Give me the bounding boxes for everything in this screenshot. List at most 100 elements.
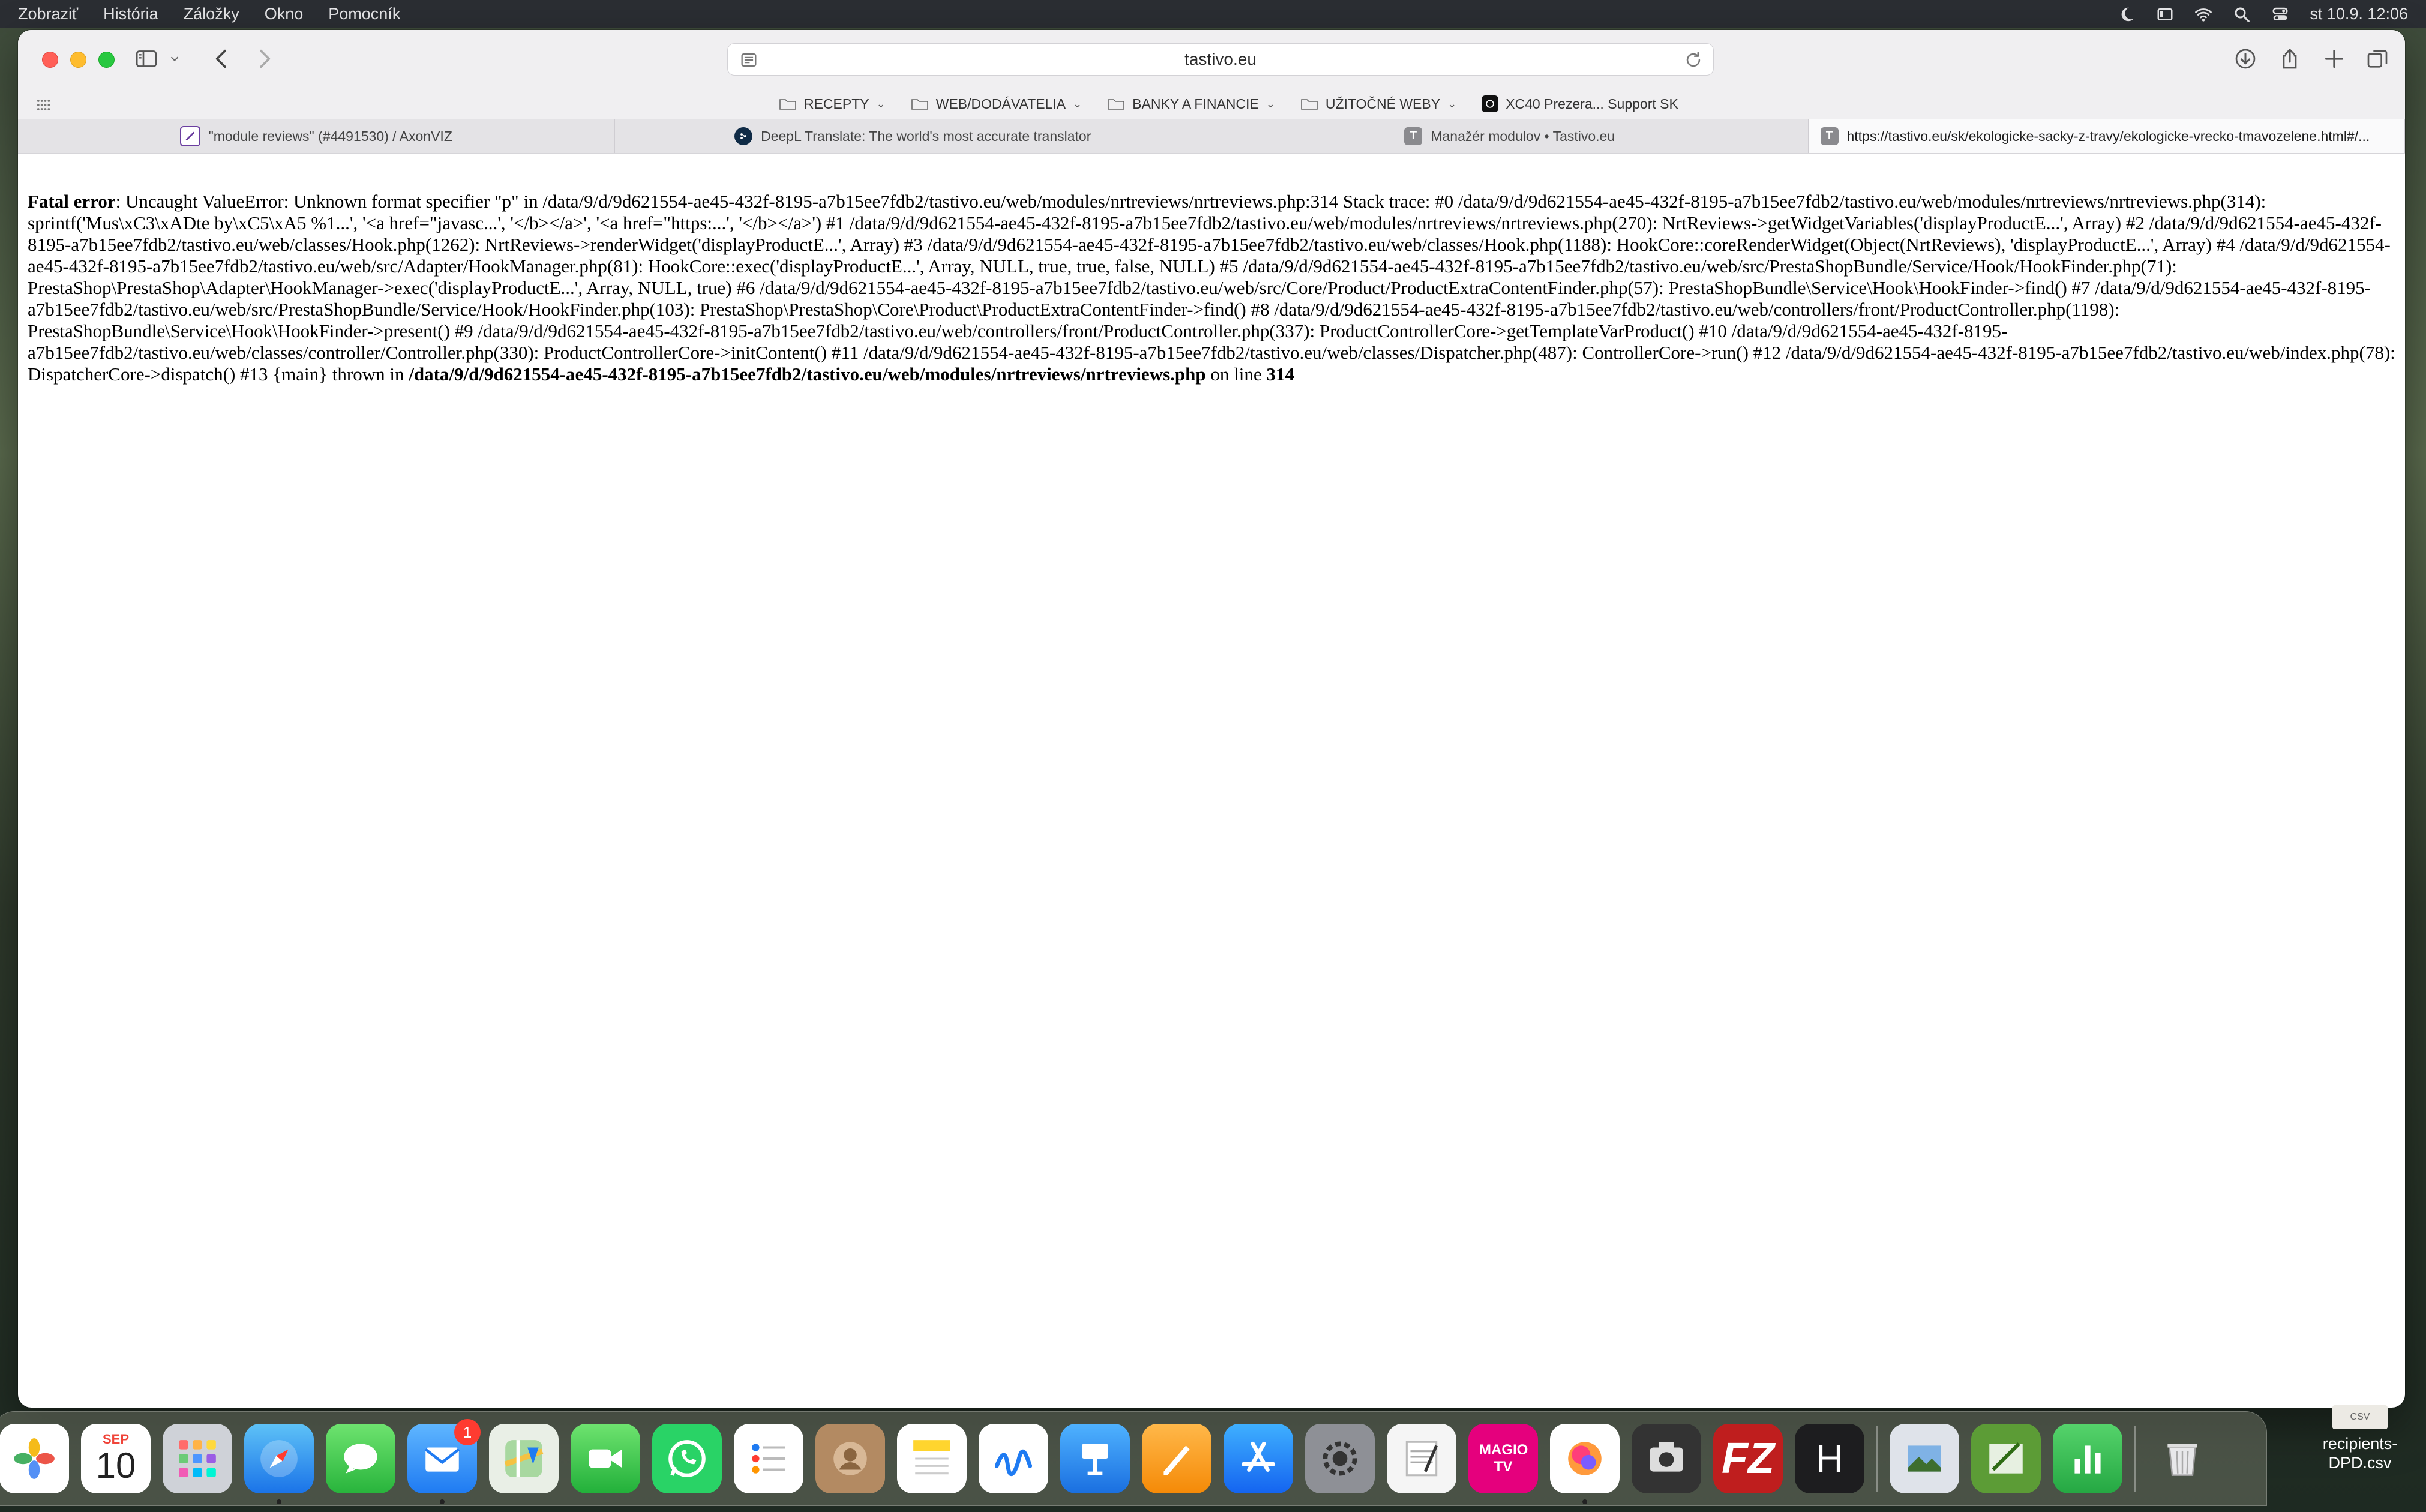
favorite-folder-web-dodavatelia[interactable]: WEB/DODÁVATELIA ⌄ (911, 96, 1082, 112)
minimize-window-button[interactable] (70, 51, 86, 68)
address-bar[interactable]: tastivo.eu (727, 43, 1714, 76)
back-arrow-icon[interactable] (208, 44, 236, 73)
dock-textedit[interactable] (1387, 1424, 1456, 1493)
share-icon[interactable] (2275, 44, 2304, 73)
favorite-folder-uzitocne-weby[interactable]: UŽITOČNÉ WEBY ⌄ (1300, 96, 1456, 112)
apps-grid-icon[interactable] (35, 97, 52, 113)
dock-trash[interactable] (2148, 1424, 2217, 1493)
dock-facetime[interactable] (571, 1424, 640, 1493)
dock-keynote[interactable] (1060, 1424, 1130, 1493)
new-tab-plus-icon[interactable] (2320, 44, 2349, 73)
maps-icon (504, 1440, 544, 1477)
filezilla-label: FZ (1722, 1435, 1774, 1483)
favorite-link-xc40[interactable]: XC40 Prezera... Support SK (1482, 95, 1678, 112)
deepl-favicon-icon (734, 127, 753, 145)
dock-system-settings[interactable] (1305, 1424, 1375, 1493)
dock-magio-tv[interactable]: MAGIO TV (1468, 1424, 1538, 1493)
window-controls (42, 51, 115, 68)
app-store-icon (1241, 1441, 1276, 1472)
dock-calendar[interactable]: SEP 10 (81, 1424, 151, 1493)
sidebar-toggle-icon[interactable] (132, 44, 161, 73)
control-center-icon[interactable] (2271, 5, 2289, 23)
safari-window: tastivo.eu RECEPTY ⌄ WEB/DODÁVATELIA ⌄ B… (18, 30, 2405, 1408)
reload-icon[interactable] (1683, 50, 1704, 70)
dock-mail[interactable]: 1 (407, 1419, 481, 1504)
dock-notes[interactable] (897, 1424, 967, 1493)
menu-help[interactable]: Pomocník (328, 5, 400, 23)
tab-deepl[interactable]: DeepL Translate: The world's most accura… (615, 119, 1211, 153)
error-file-path: /data/9/d/9d621554-ae45-432f-8195-a7b15e… (409, 364, 1206, 385)
chevron-down-icon[interactable] (166, 44, 184, 73)
address-bar-url: tastivo.eu (1184, 50, 1257, 68)
downloads-icon[interactable] (2231, 44, 2260, 73)
dock-filezilla[interactable]: FZ (1713, 1424, 1783, 1493)
folder-icon (1301, 99, 1318, 110)
dock-pages[interactable] (1142, 1424, 1211, 1493)
favorite-label: BANKY A FINANCIE (1132, 95, 1259, 112)
menubar-clock[interactable]: st 10.9. 12:06 (2310, 5, 2408, 23)
tab-module-manager[interactable]: T Manažér modulov • Tastivo.eu (1211, 119, 1809, 153)
dock-pixelmator[interactable] (1550, 1424, 1620, 1504)
dock-screenshot[interactable] (1632, 1424, 1701, 1493)
notes-icon (913, 1440, 950, 1475)
spotlight-search-icon[interactable] (2233, 5, 2251, 23)
mail-envelope-icon (424, 1447, 460, 1472)
close-window-button[interactable] (42, 51, 58, 68)
safari-compass-icon (260, 1440, 298, 1477)
contacts-person-icon (833, 1442, 867, 1475)
dock: SEP 10 1 MAGIO TV FZ H (0, 1411, 2267, 1506)
whatsapp-phone-icon (668, 1440, 706, 1477)
desktop-file-recipients-dpd[interactable]: CSV recipients-DPD.csv (2315, 1405, 2405, 1472)
dock-safari[interactable] (244, 1424, 314, 1504)
menu-bookmarks[interactable]: Záložky (184, 5, 239, 23)
running-indicator (1582, 1499, 1587, 1504)
dock-numbers[interactable] (2053, 1424, 2122, 1493)
dock-launchpad[interactable] (163, 1424, 232, 1493)
tastivo-favicon-icon: T (1404, 127, 1423, 145)
forward-arrow-icon[interactable] (250, 44, 278, 73)
tab-axonviz[interactable]: "module reviews" (#4491530) / AxonVIZ (18, 119, 615, 153)
dock-numbers-document[interactable] (1971, 1424, 2041, 1493)
dock-messages[interactable] (326, 1424, 395, 1493)
tab-tastivo-product[interactable]: T https://tastivo.eu/sk/ekologicke-sacky… (1808, 119, 2405, 153)
dock-photos[interactable] (0, 1424, 69, 1493)
focus-moon-icon[interactable] (2118, 5, 2136, 23)
menu-history[interactable]: História (103, 5, 158, 23)
dock-separator (2134, 1426, 2136, 1492)
dock-separator (1876, 1426, 1878, 1492)
error-message: : Uncaught ValueError: Unknown format sp… (28, 191, 2395, 385)
launchpad-grid-icon (179, 1440, 216, 1477)
keynote-podium-icon (1082, 1444, 1108, 1475)
running-indicator (440, 1499, 445, 1504)
dock-reminders[interactable] (734, 1424, 803, 1493)
menu-window[interactable]: Okno (265, 5, 304, 23)
dock-maps[interactable] (489, 1424, 559, 1493)
mail-unread-badge: 1 (454, 1419, 481, 1445)
chevron-down-icon: ⌄ (1266, 97, 1275, 110)
dock-preview[interactable] (1890, 1424, 1959, 1493)
page-content: Fatal error: Uncaught ValueError: Unknow… (18, 154, 2405, 385)
folder-icon (779, 99, 796, 110)
dock-h-app[interactable]: H (1795, 1424, 1864, 1493)
favorite-folder-recepty[interactable]: RECEPTY ⌄ (779, 96, 886, 112)
calendar-month: SEP (102, 1432, 130, 1447)
stage-manager-icon[interactable] (2156, 5, 2174, 23)
reminders-list-icon (752, 1444, 785, 1474)
zoom-window-button[interactable] (98, 51, 115, 68)
folder-icon (1108, 99, 1125, 110)
menu-bar: Zobraziť História Záložky Okno Pomocník … (0, 0, 2426, 28)
dock-freeform[interactable] (979, 1424, 1048, 1493)
menu-view[interactable]: Zobraziť (18, 5, 78, 23)
page-menu-icon[interactable] (739, 50, 759, 70)
favorite-folder-banky-a-financie[interactable]: BANKY A FINANCIE ⌄ (1107, 96, 1275, 112)
preview-photo-icon (1908, 1445, 1941, 1472)
messages-bubble-icon (344, 1444, 377, 1474)
tab-overview-icon[interactable] (2363, 44, 2392, 73)
volvo-favicon-icon (1482, 95, 1499, 112)
wifi-icon[interactable] (2194, 5, 2212, 23)
freeform-squiggle-icon (994, 1449, 1033, 1476)
dock-contacts[interactable] (815, 1424, 885, 1493)
desktop-file-name: recipients-DPD.csv (2322, 1435, 2398, 1472)
dock-whatsapp[interactable] (652, 1424, 722, 1493)
dock-app-store[interactable] (1224, 1424, 1293, 1493)
